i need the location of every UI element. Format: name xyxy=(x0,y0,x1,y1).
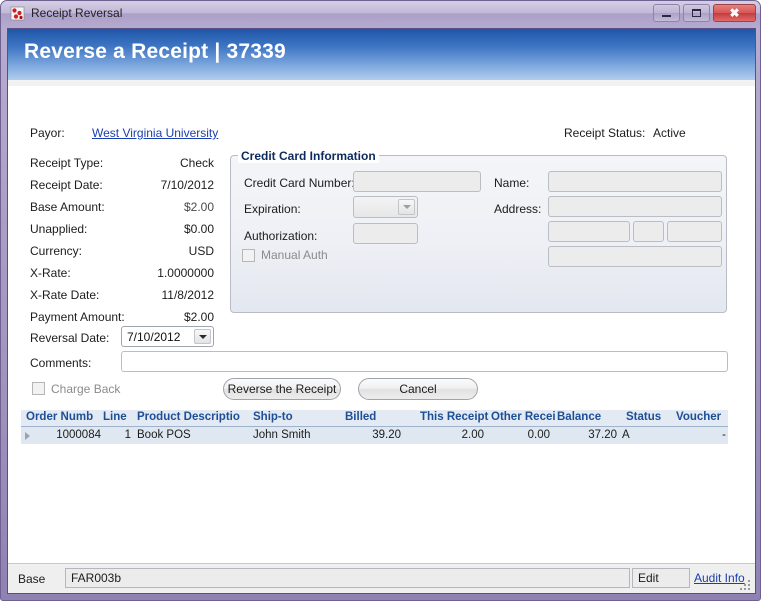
receipt-date-label: Receipt Date: xyxy=(30,178,103,192)
card-zip-input[interactable] xyxy=(667,221,722,242)
comments-input[interactable] xyxy=(121,351,728,372)
receipt-status-value: Active xyxy=(653,126,686,140)
cell-ship-to: John Smith xyxy=(253,429,311,441)
base-amount-value: $2.00 xyxy=(183,200,214,214)
status-edit-field[interactable]: Edit xyxy=(632,568,690,588)
payor-link[interactable]: West Virginia University xyxy=(92,126,218,140)
page-title: Reverse a Receipt | 37339 xyxy=(24,40,286,63)
cell-billed: 39.20 xyxy=(372,429,401,441)
audit-info-link[interactable]: Audit Info xyxy=(694,571,745,585)
grid-col-voucher[interactable]: Voucher xyxy=(676,411,721,423)
status-bar: Base FAR003b Edit Audit Info xyxy=(8,563,755,593)
table-row[interactable]: 1000084 1 Book POS John Smith 39.20 2.00… xyxy=(21,427,728,444)
cell-line: 1 xyxy=(124,429,131,441)
charge-back-checkbox[interactable] xyxy=(32,382,45,395)
cell-status: A xyxy=(622,429,630,441)
authorization-label: Authorization: xyxy=(244,229,318,243)
expiration-select[interactable] xyxy=(353,196,418,218)
x-rate-date-label: X-Rate Date: xyxy=(30,288,100,302)
maximize-button[interactable] xyxy=(683,4,710,22)
page-header-banner: Reverse a Receipt | 37339 xyxy=(8,29,755,80)
maximize-icon xyxy=(684,5,709,21)
credit-card-number-label: Credit Card Number: xyxy=(244,176,355,190)
cell-product-description: Book POS xyxy=(137,429,191,441)
cell-other-receipts: 0.00 xyxy=(527,429,550,441)
grid-col-product-description[interactable]: Product Descriptio xyxy=(137,411,240,423)
close-button[interactable]: ✖ xyxy=(713,4,756,22)
application-window: Receipt Reversal ✖ Reverse a Receipt | 3… xyxy=(0,0,761,601)
grid-col-balance[interactable]: Balance xyxy=(557,411,601,423)
grid-col-ship-to[interactable]: Ship-to xyxy=(253,411,293,423)
order-lines-grid: Order Numb Line Product Descriptio Ship-… xyxy=(21,410,728,444)
grid-col-this-receipt[interactable]: This Receipt xyxy=(420,411,488,423)
cancel-button[interactable]: Cancel xyxy=(358,378,478,400)
grid-col-line[interactable]: Line xyxy=(103,411,127,423)
title-bar[interactable]: Receipt Reversal ✖ xyxy=(1,1,760,28)
manual-auth-label: Manual Auth xyxy=(261,248,328,262)
row-selector-icon xyxy=(25,432,30,440)
reversal-date-select[interactable]: 7/10/2012 xyxy=(121,326,214,347)
manual-auth-checkbox[interactable] xyxy=(242,249,255,262)
reverse-the-receipt-button[interactable]: Reverse the Receipt xyxy=(223,378,341,400)
minimize-icon xyxy=(654,5,679,21)
receipt-date-value: 7/10/2012 xyxy=(160,178,214,192)
receipt-status-label: Receipt Status: xyxy=(564,126,646,140)
card-country-input[interactable] xyxy=(548,246,722,267)
grid-col-order-number[interactable]: Order Numb xyxy=(26,411,93,423)
status-base-field[interactable]: FAR003b xyxy=(65,568,630,588)
close-icon: ✖ xyxy=(729,6,740,20)
unapplied-label: Unapplied: xyxy=(30,222,88,236)
window-title: Receipt Reversal xyxy=(31,6,123,20)
payment-amount-value: $2.00 xyxy=(183,310,214,324)
grid-header-row: Order Numb Line Product Descriptio Ship-… xyxy=(21,410,728,427)
currency-label: Currency: xyxy=(30,244,83,258)
header-divider xyxy=(8,80,755,86)
reversal-date-value: 7/10/2012 xyxy=(127,330,181,344)
cell-balance: 37.20 xyxy=(588,429,617,441)
cell-order-number: 1000084 xyxy=(56,429,101,441)
card-address-input[interactable] xyxy=(548,196,722,217)
charge-back-label: Charge Back xyxy=(51,382,121,396)
grid-col-other-receipts[interactable]: Other Recei xyxy=(491,411,556,423)
reversal-date-label: Reversal Date: xyxy=(30,331,110,345)
cell-voucher: - xyxy=(722,429,726,441)
chevron-down-icon xyxy=(398,199,415,215)
client-area: Reverse a Receipt | 37339 Receipt Status… xyxy=(7,28,756,594)
chevron-down-icon xyxy=(194,329,211,344)
card-name-input[interactable] xyxy=(548,171,722,192)
receipt-type-value: Check xyxy=(179,156,214,170)
grid-col-status[interactable]: Status xyxy=(626,411,661,423)
resize-grip[interactable] xyxy=(740,578,752,590)
receipt-type-label: Receipt Type: xyxy=(30,156,104,170)
card-state-input[interactable] xyxy=(633,221,664,242)
x-rate-value: 1.0000000 xyxy=(157,266,214,280)
cell-this-receipt: 2.00 xyxy=(461,429,484,441)
x-rate-label: X-Rate: xyxy=(30,266,71,280)
authorization-input[interactable] xyxy=(353,223,418,244)
credit-card-number-input[interactable] xyxy=(353,171,481,192)
status-base-label: Base xyxy=(18,572,46,586)
card-city-input[interactable] xyxy=(548,221,630,242)
x-rate-date-value: 11/8/2012 xyxy=(161,288,215,302)
unapplied-value: $0.00 xyxy=(183,222,214,236)
credit-card-group-title: Credit Card Information xyxy=(238,149,379,163)
base-amount-label: Base Amount: xyxy=(30,200,105,214)
expiration-label: Expiration: xyxy=(244,202,301,216)
currency-value: USD xyxy=(188,244,214,258)
comments-label: Comments: xyxy=(30,356,92,370)
grid-col-billed[interactable]: Billed xyxy=(345,411,376,423)
card-name-label: Name: xyxy=(494,176,530,190)
app-icon xyxy=(10,6,25,21)
card-address-label: Address: xyxy=(494,202,542,216)
payor-label: Payor: xyxy=(30,126,65,140)
minimize-button[interactable] xyxy=(653,4,680,22)
